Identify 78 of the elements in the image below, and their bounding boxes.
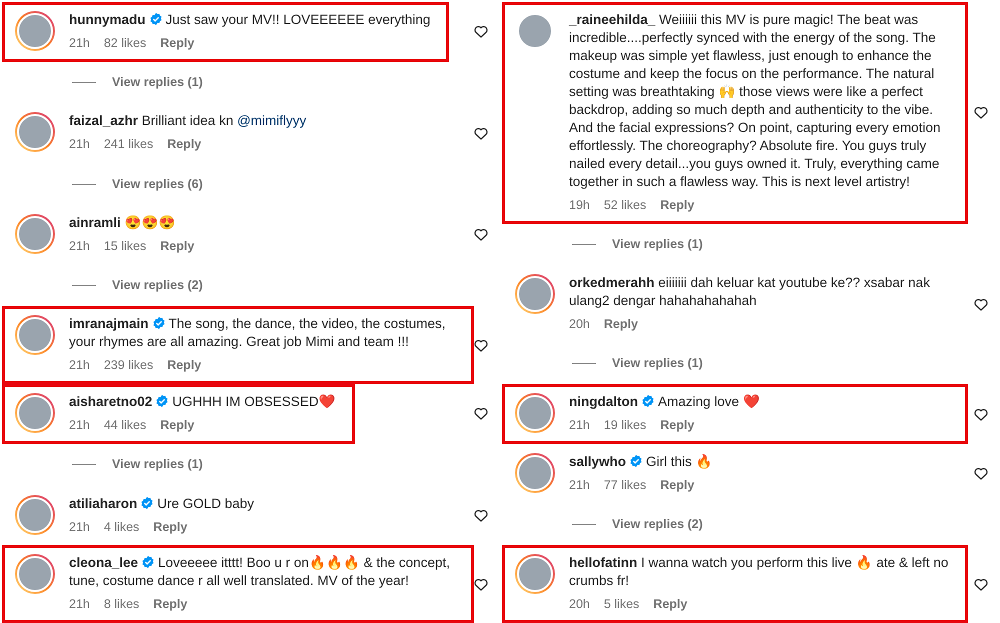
comment-text: cleona_lee Loveeeee itttt! Boo u r on🔥🔥🔥 & the concept, tune, costume dance r all well translated. MV of the year! <box>69 554 451 590</box>
avatar-photo-placeholder[interactable] <box>15 554 55 594</box>
like-count[interactable]: 4 likes <box>104 518 140 536</box>
comment-time: 21h <box>569 477 590 494</box>
comment-text: imranajmain The song, the dance, the video, the costumes, your rhymes are all amazing. Great job Mimi and team !!! <box>69 315 446 352</box>
comment-text: _raineehilda_ Weiiiiii this MV is pure magic! The beat was incredible....perfectly synced with the energy of the song. The makeup was simple yet flawless, just enough to enhance the costume and keep the focus on the performance. The natural setting was breathtaking 🙌 those views were like a perfect backdrop, adding so much depth and authenticity to the vibe. And the facial expressions? On point, capturing every emotion effortlessly. The choreography? Absolute fire. You guys truly nailed every detail...you guys owned it. Truly, everything came together in such a flawless way. This is next level artistry! <box>569 11 942 191</box>
avatar-photo-placeholder[interactable] <box>15 393 55 434</box>
avatar-photo-placeholder[interactable] <box>15 315 55 356</box>
reply-link[interactable]: Reply <box>660 476 694 495</box>
reply-link[interactable]: Reply <box>160 34 194 53</box>
reply-link[interactable]: Reply <box>167 356 202 376</box>
avatar-photo-placeholder[interactable] <box>15 494 55 534</box>
comment-time: 21h <box>69 417 90 434</box>
heart-icon[interactable] <box>474 338 488 352</box>
heart-icon[interactable] <box>974 106 988 120</box>
comment-text: hellofatinn I wanna watch you perform this live 🔥 ate & left no crumbs fr! <box>569 554 949 590</box>
like-count[interactable]: 52 likes <box>604 196 646 215</box>
view-replies-link[interactable]: View replies (1) <box>112 73 203 92</box>
comment-text: ainramli 😍😍😍 <box>69 214 177 232</box>
comment-text: sallywho Girl this 🔥 <box>569 453 714 472</box>
view-replies-link[interactable]: View replies (1) <box>612 354 703 373</box>
comment-text: faizal_azhr Brilliant idea kn @mimiflyyy <box>69 112 306 130</box>
comment-time: 21h <box>569 417 590 434</box>
heart-icon[interactable] <box>974 298 988 311</box>
like-count[interactable]: 15 likes <box>104 236 146 256</box>
like-count[interactable]: 8 likes <box>104 595 140 614</box>
comment-time: 20h <box>569 596 590 614</box>
like-count[interactable]: 19 likes <box>604 416 646 436</box>
like-count[interactable]: 44 likes <box>104 416 146 435</box>
comment-text: orkedmerahh eiiiiiii dah keluar kat youtube ke?? xsabar nak ulang2 dengar hahahahahahah <box>569 274 931 310</box>
avatar-photo-placeholder[interactable] <box>15 214 55 254</box>
comment-time: 20h <box>569 316 590 334</box>
like-count[interactable]: 82 likes <box>104 34 146 53</box>
like-count[interactable]: 5 likes <box>604 595 640 614</box>
reply-link[interactable]: Reply <box>653 595 688 614</box>
avatar-photo-placeholder[interactable] <box>515 554 555 594</box>
comment-text: hunnymadu Just saw your MV!! LOVEEEEEE everything <box>69 11 430 29</box>
avatar-photo-placeholder[interactable] <box>15 11 55 51</box>
view-replies-link[interactable]: View replies (1) <box>612 235 703 254</box>
reply-link[interactable]: Reply <box>167 135 202 154</box>
like-count[interactable]: 241 likes <box>104 135 154 154</box>
comment-text: ningdalton Amazing love ❤ <box>569 393 761 412</box>
reply-link[interactable]: Reply <box>160 236 194 256</box>
reply-link[interactable]: Reply <box>153 518 188 536</box>
heart-icon[interactable] <box>974 408 988 421</box>
reply-link[interactable]: Reply <box>660 416 694 436</box>
heart-icon[interactable] <box>974 467 988 480</box>
view-replies-link[interactable]: View replies (1) <box>112 455 203 474</box>
comment-time: 21h <box>69 136 90 154</box>
like-count[interactable]: 77 likes <box>604 476 646 495</box>
reply-link[interactable]: Reply <box>153 595 188 614</box>
heart-icon[interactable] <box>474 228 488 242</box>
avatar-photo-placeholder[interactable] <box>515 453 555 494</box>
comment-time: 21h <box>69 518 90 536</box>
view-replies-link[interactable]: View replies (2) <box>612 515 703 534</box>
heart-icon[interactable] <box>474 126 488 140</box>
comment-time: 21h <box>69 357 90 374</box>
heart-icon[interactable] <box>474 407 488 420</box>
comment-time: 21h <box>69 35 90 52</box>
comment-text: aisharetno02 UGHHH IM OBSESSED❤ <box>69 393 336 412</box>
comment-time: 21h <box>69 596 90 614</box>
reply-link[interactable]: Reply <box>160 416 194 435</box>
reply-link[interactable]: Reply <box>660 196 694 215</box>
avatar-photo-placeholder[interactable] <box>15 112 55 152</box>
heart-icon[interactable] <box>474 578 488 591</box>
heart-icon[interactable] <box>974 578 988 591</box>
mention-link[interactable]: @mimiflyyy <box>237 113 306 128</box>
reply-link[interactable]: Reply <box>604 315 638 334</box>
avatar-photo-placeholder[interactable] <box>515 274 555 314</box>
view-replies-link[interactable]: View replies (6) <box>112 174 203 194</box>
heart-icon[interactable] <box>474 25 488 38</box>
avatar-photo-placeholder[interactable] <box>515 393 555 434</box>
comment-text: atiliaharon Ure GOLD baby <box>69 494 254 512</box>
like-count[interactable]: 239 likes <box>104 356 154 376</box>
comment-time: 21h <box>69 238 90 255</box>
view-replies-link[interactable]: View replies (2) <box>112 276 203 295</box>
comment-time: 19h <box>569 197 590 214</box>
heart-icon[interactable] <box>474 508 488 522</box>
